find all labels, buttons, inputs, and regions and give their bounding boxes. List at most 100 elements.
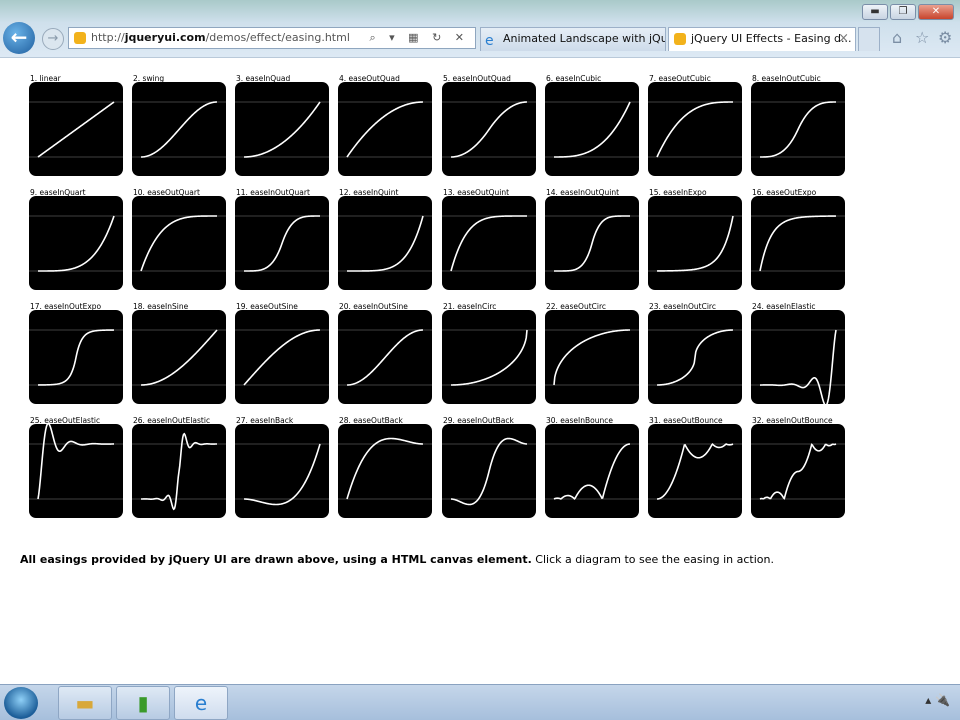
easing-canvas[interactable] xyxy=(545,424,639,518)
easing-diagram-easeInQuad[interactable]: 3. easeInQuad xyxy=(235,74,329,176)
easing-curve xyxy=(37,329,115,386)
easing-canvas[interactable] xyxy=(442,82,536,176)
easing-diagram-easeInExpo[interactable]: 15. easeInExpo xyxy=(648,188,742,290)
easing-diagram-easeInOutSine[interactable]: 20. easeInOutSine xyxy=(338,302,432,404)
restore-button[interactable]: ❐ xyxy=(890,4,916,20)
easing-diagram-easeInOutBack[interactable]: 29. easeInOutBack xyxy=(442,416,536,518)
easing-diagram-easeInOutQuad[interactable]: 5. easeInOutQuad xyxy=(442,74,536,176)
favorites-star-icon[interactable]: ☆ xyxy=(915,28,929,47)
easing-canvas[interactable] xyxy=(235,196,329,290)
easing-curve xyxy=(140,329,218,386)
easing-canvas[interactable] xyxy=(545,82,639,176)
easing-diagram-easeInOutCirc[interactable]: 23. easeInOutCirc xyxy=(648,302,742,404)
browser-chrome: ▬ ❐ ✕ ← → http://jqueryui.com/demos/effe… xyxy=(0,0,960,58)
easing-canvas[interactable] xyxy=(442,310,536,404)
home-icon[interactable]: ⌂ xyxy=(892,28,902,47)
easing-diagram-easeOutSine[interactable]: 19. easeOutSine xyxy=(235,302,329,404)
taskbar-internet-explorer[interactable]: e xyxy=(174,686,228,720)
easing-diagram-easeOutElastic[interactable]: 25. easeOutElastic xyxy=(29,416,123,518)
easing-curve xyxy=(760,101,836,158)
easing-canvas[interactable] xyxy=(751,82,845,176)
easing-diagram-easeInOutCubic[interactable]: 8. easeInOutCubic xyxy=(751,74,845,176)
easing-canvas[interactable] xyxy=(545,196,639,290)
taskbar-explorer[interactable]: ▬ xyxy=(58,686,112,720)
back-button[interactable]: ← xyxy=(3,22,35,54)
easing-canvas[interactable] xyxy=(751,196,845,290)
tools-gear-icon[interactable]: ⚙ xyxy=(938,28,952,47)
easing-diagram-easeOutCubic[interactable]: 7. easeOutCubic xyxy=(648,74,742,176)
easing-canvas[interactable] xyxy=(132,196,226,290)
easing-diagram-easeInQuart[interactable]: 9. easeInQuart xyxy=(29,188,123,290)
tab-animated-landscape[interactable]: e Animated Landscape with jQu... xyxy=(480,27,666,51)
easing-canvas[interactable] xyxy=(648,82,742,176)
easing-diagram-easeInCirc[interactable]: 21. easeInCirc xyxy=(442,302,536,404)
taskbar: ▬ ▮ e ▴ 🔌 xyxy=(0,684,960,720)
easing-canvas[interactable] xyxy=(338,310,432,404)
easing-diagram-easeOutExpo[interactable]: 16. easeOutExpo xyxy=(751,188,845,290)
address-tools[interactable]: ⌕ ▾ ▦ ↻ ✕ xyxy=(370,28,470,48)
easing-diagram-easeInOutBounce[interactable]: 32. easeInOutBounce xyxy=(751,416,845,518)
easing-diagram-easeInOutElastic[interactable]: 26. easeInOutElastic xyxy=(132,416,226,518)
easing-canvas[interactable] xyxy=(29,424,123,518)
easing-canvas[interactable] xyxy=(132,82,226,176)
easing-diagram-easeInBounce[interactable]: 30. easeInBounce xyxy=(545,416,639,518)
easing-canvas[interactable] xyxy=(751,310,845,404)
easing-diagram-easeOutCirc[interactable]: 22. easeOutCirc xyxy=(545,302,639,404)
easing-canvas[interactable] xyxy=(338,424,432,518)
easing-canvas[interactable] xyxy=(545,310,639,404)
easing-curve xyxy=(243,101,321,158)
easing-curve xyxy=(656,443,734,500)
easing-diagram-linear[interactable]: 1. linear xyxy=(29,74,123,176)
easing-curve xyxy=(450,101,528,158)
tab-label: jQuery UI Effects - Easing d... xyxy=(691,32,852,45)
new-tab-button[interactable] xyxy=(858,27,880,51)
url-domain: jqueryui.com xyxy=(124,31,206,44)
easing-canvas[interactable] xyxy=(29,82,123,176)
easing-diagram-easeInCubic[interactable]: 6. easeInCubic xyxy=(545,74,639,176)
easing-canvas[interactable] xyxy=(235,424,329,518)
easing-diagram-easeInOutQuart[interactable]: 11. easeInOutQuart xyxy=(235,188,329,290)
easing-canvas[interactable] xyxy=(338,82,432,176)
easing-diagram-easeInBack[interactable]: 27. easeInBack xyxy=(235,416,329,518)
easing-canvas[interactable] xyxy=(132,424,226,518)
easing-diagram-easeOutBack[interactable]: 28. easeOutBack xyxy=(338,416,432,518)
easing-curve xyxy=(554,101,631,158)
easing-canvas[interactable] xyxy=(235,310,329,404)
easing-diagram-easeInSine[interactable]: 18. easeInSine xyxy=(132,302,226,404)
easing-diagram-easeInOutQuint[interactable]: 14. easeInOutQuint xyxy=(545,188,639,290)
easing-canvas[interactable] xyxy=(442,196,536,290)
easing-canvas[interactable] xyxy=(648,196,742,290)
easing-canvas[interactable] xyxy=(648,310,742,404)
easing-canvas[interactable] xyxy=(751,424,845,518)
tab-easing-demo[interactable]: jQuery UI Effects - Easing d... × xyxy=(668,27,856,51)
easing-canvas[interactable] xyxy=(29,310,123,404)
easing-curve xyxy=(450,437,528,506)
address-bar[interactable]: http://jqueryui.com/demos/effect/easing.… xyxy=(68,27,476,49)
easing-diagram-easeInQuint[interactable]: 12. easeInQuint xyxy=(338,188,432,290)
easing-canvas[interactable] xyxy=(648,424,742,518)
minimize-button[interactable]: ▬ xyxy=(862,4,888,20)
ie-icon: e xyxy=(194,691,208,715)
close-window-button[interactable]: ✕ xyxy=(918,4,954,20)
easing-diagram-easeInElastic[interactable]: 24. easeInElastic xyxy=(751,302,845,404)
easing-canvas[interactable] xyxy=(132,310,226,404)
description-normal: Click a diagram to see the easing in act… xyxy=(531,553,774,566)
start-button[interactable] xyxy=(4,687,38,719)
easing-diagram-easeOutQuint[interactable]: 13. easeOutQuint xyxy=(442,188,536,290)
easing-canvas[interactable] xyxy=(442,424,536,518)
tab-close-icon[interactable]: × xyxy=(838,28,849,50)
easing-canvas[interactable] xyxy=(29,196,123,290)
easing-diagram-easeInOutExpo[interactable]: 17. easeInOutExpo xyxy=(29,302,123,404)
easing-diagram-easeOutQuart[interactable]: 10. easeOutQuart xyxy=(132,188,226,290)
easing-curve xyxy=(656,215,734,272)
easing-curve xyxy=(656,101,733,158)
forward-button[interactable]: → xyxy=(42,28,64,50)
easing-canvas[interactable] xyxy=(338,196,432,290)
easing-diagram-easeOutBounce[interactable]: 31. easeOutBounce xyxy=(648,416,742,518)
system-tray[interactable]: ▴ 🔌 xyxy=(925,693,950,707)
easing-diagram-swing[interactable]: 2. swing xyxy=(132,74,226,176)
easing-canvas[interactable] xyxy=(235,82,329,176)
taskbar-notepad-chart[interactable]: ▮ xyxy=(116,686,170,720)
easing-curve xyxy=(759,329,837,404)
easing-diagram-easeOutQuad[interactable]: 4. easeOutQuad xyxy=(338,74,432,176)
